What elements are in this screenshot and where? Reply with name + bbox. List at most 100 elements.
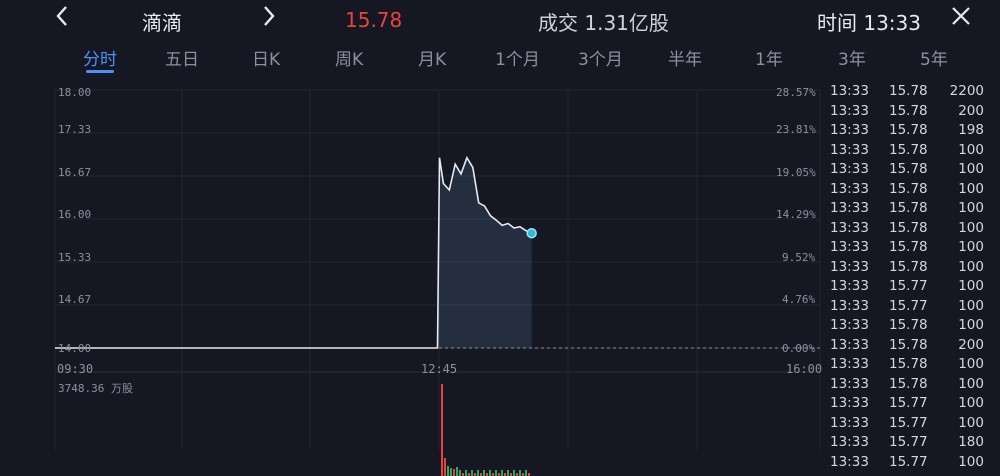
tick-qty: 100 bbox=[958, 356, 984, 372]
tick-qty: 100 bbox=[958, 317, 984, 333]
tick-row: 13:33 15.78 100 bbox=[825, 259, 1000, 279]
tick-time: 13:33 bbox=[830, 141, 869, 158]
price-label: 17.33 bbox=[58, 123, 92, 136]
tick-qty: 100 bbox=[958, 453, 984, 470]
tick-qty: 100 bbox=[958, 180, 984, 197]
tick-price: 15.78 bbox=[889, 317, 928, 333]
tab-daily-k[interactable]: 日K bbox=[252, 45, 280, 70]
pct-label: 14.29% bbox=[776, 208, 816, 221]
tick-price: 15.78 bbox=[889, 180, 928, 197]
tick-qty: 100 bbox=[958, 219, 984, 236]
tick-row: 13:33 15.78 100 bbox=[825, 239, 1000, 259]
tick-row: 13:33 15.78 100 bbox=[825, 356, 1000, 376]
tick-price: 15.78 bbox=[889, 102, 928, 119]
volume-bar bbox=[483, 470, 485, 476]
chart-canvas bbox=[54, 89, 821, 476]
tick-time: 13:33 bbox=[830, 317, 869, 333]
chevron-left-icon[interactable] bbox=[55, 5, 69, 32]
tick-time: 13:33 bbox=[830, 395, 869, 411]
volume-bar bbox=[450, 468, 452, 476]
tick-row: 13:33 15.77 100 bbox=[825, 415, 1000, 435]
tick-row: 13:33 15.78 200 bbox=[825, 337, 1000, 357]
tick-qty: 100 bbox=[958, 395, 984, 411]
volume-bar bbox=[447, 466, 449, 476]
tab-1-year[interactable]: 1年 bbox=[755, 45, 783, 70]
tick-row: 13:33 15.77 100 bbox=[825, 395, 1000, 415]
active-tab-indicator bbox=[86, 70, 114, 73]
price-label: 14.00 bbox=[58, 342, 92, 355]
tick-time: 13:33 bbox=[830, 453, 869, 470]
tick-qty: 100 bbox=[958, 239, 984, 255]
pct-label: 9.52% bbox=[782, 251, 816, 264]
tab-1-month[interactable]: 1个月 bbox=[495, 45, 540, 70]
tick-time: 13:33 bbox=[830, 278, 869, 294]
volume-bar bbox=[456, 467, 458, 476]
trade-tick-list[interactable]: 13:33 15.78 2200 13:33 15.78 200 13:33 15.78 198… bbox=[825, 80, 1000, 476]
tick-price: 15.77 bbox=[889, 453, 928, 470]
intraday-chart[interactable]: 18.00 17.33 16.67 16.00 15.33 14.67 14.0… bbox=[0, 80, 825, 476]
volume-bar bbox=[507, 470, 509, 476]
close-icon[interactable] bbox=[950, 5, 972, 32]
tick-time: 13:33 bbox=[830, 414, 869, 431]
volume-bar bbox=[501, 470, 503, 476]
tick-time: 13:33 bbox=[830, 258, 869, 275]
tick-row: 13:33 15.78 100 bbox=[825, 220, 1000, 240]
tab-3-year[interactable]: 3年 bbox=[838, 45, 866, 70]
tick-price: 15.77 bbox=[889, 414, 928, 431]
tick-time: 13:33 bbox=[830, 161, 869, 177]
tick-row: 13:33 15.78 200 bbox=[825, 103, 1000, 123]
price-label: 16.00 bbox=[58, 208, 92, 221]
stock-name: 滴滴 bbox=[142, 11, 182, 35]
tick-qty: 100 bbox=[958, 375, 984, 392]
tick-price: 15.78 bbox=[889, 356, 928, 372]
tab-five-day[interactable]: 五日 bbox=[165, 45, 199, 70]
tick-price: 15.77 bbox=[889, 278, 928, 294]
pct-label: 4.76% bbox=[782, 293, 816, 306]
tick-time: 13:33 bbox=[830, 83, 869, 99]
tick-time: 13:33 bbox=[830, 336, 869, 353]
price-label: 18.00 bbox=[58, 86, 92, 99]
volume-total: 成交 1.31亿股 bbox=[538, 11, 669, 35]
period-tabs: 分时 五日 日K 周K 月K 1个月 3个月 半年 1年 3年 5年 bbox=[0, 40, 1000, 70]
tick-qty: 100 bbox=[958, 141, 984, 158]
tick-qty: 200 bbox=[958, 102, 984, 119]
tick-row: 13:33 15.78 2200 bbox=[825, 83, 1000, 103]
pct-label: 0.00% bbox=[782, 342, 816, 355]
tick-price: 15.78 bbox=[889, 336, 928, 353]
tab-3-month[interactable]: 3个月 bbox=[578, 45, 623, 70]
tab-intraday[interactable]: 分时 bbox=[83, 45, 117, 70]
volume-label: 3748.36 万股 bbox=[58, 382, 133, 395]
tab-monthly-k[interactable]: 月K bbox=[418, 45, 446, 70]
tick-price: 15.78 bbox=[889, 122, 928, 138]
tick-row: 13:33 15.77 100 bbox=[825, 454, 1000, 474]
volume-bar bbox=[465, 470, 467, 476]
tick-price: 15.78 bbox=[889, 141, 928, 158]
tick-qty: 100 bbox=[958, 278, 984, 294]
tick-row: 13:33 15.77 180 bbox=[825, 434, 1000, 454]
tick-row: 13:33 15.78 100 bbox=[825, 181, 1000, 201]
tick-qty: 100 bbox=[958, 258, 984, 275]
pct-label: 23.81% bbox=[776, 123, 816, 136]
tick-qty: 2200 bbox=[949, 83, 984, 99]
tick-price: 15.78 bbox=[889, 200, 928, 216]
volume-bar bbox=[453, 469, 455, 476]
price-label: 15.33 bbox=[58, 251, 92, 264]
tick-time: 13:33 bbox=[830, 297, 869, 314]
tick-qty: 100 bbox=[958, 297, 984, 314]
tick-row: 13:33 15.78 100 bbox=[825, 317, 1000, 337]
tick-qty: 180 bbox=[958, 434, 984, 450]
volume-bar bbox=[495, 470, 497, 476]
chevron-right-icon[interactable] bbox=[262, 5, 276, 32]
price-area bbox=[55, 157, 532, 348]
tick-price: 15.78 bbox=[889, 375, 928, 392]
tick-price: 15.77 bbox=[889, 395, 928, 411]
tab-half-year[interactable]: 半年 bbox=[668, 45, 702, 70]
tab-5-year[interactable]: 5年 bbox=[920, 45, 948, 70]
tab-weekly-k[interactable]: 周K bbox=[335, 45, 363, 70]
volume-bar bbox=[519, 470, 521, 476]
tick-row: 13:33 15.78 100 bbox=[825, 161, 1000, 181]
volume-bar bbox=[525, 470, 527, 476]
pct-label: 28.57% bbox=[776, 86, 816, 99]
tick-price: 15.77 bbox=[889, 297, 928, 314]
volume-bar bbox=[444, 458, 446, 476]
